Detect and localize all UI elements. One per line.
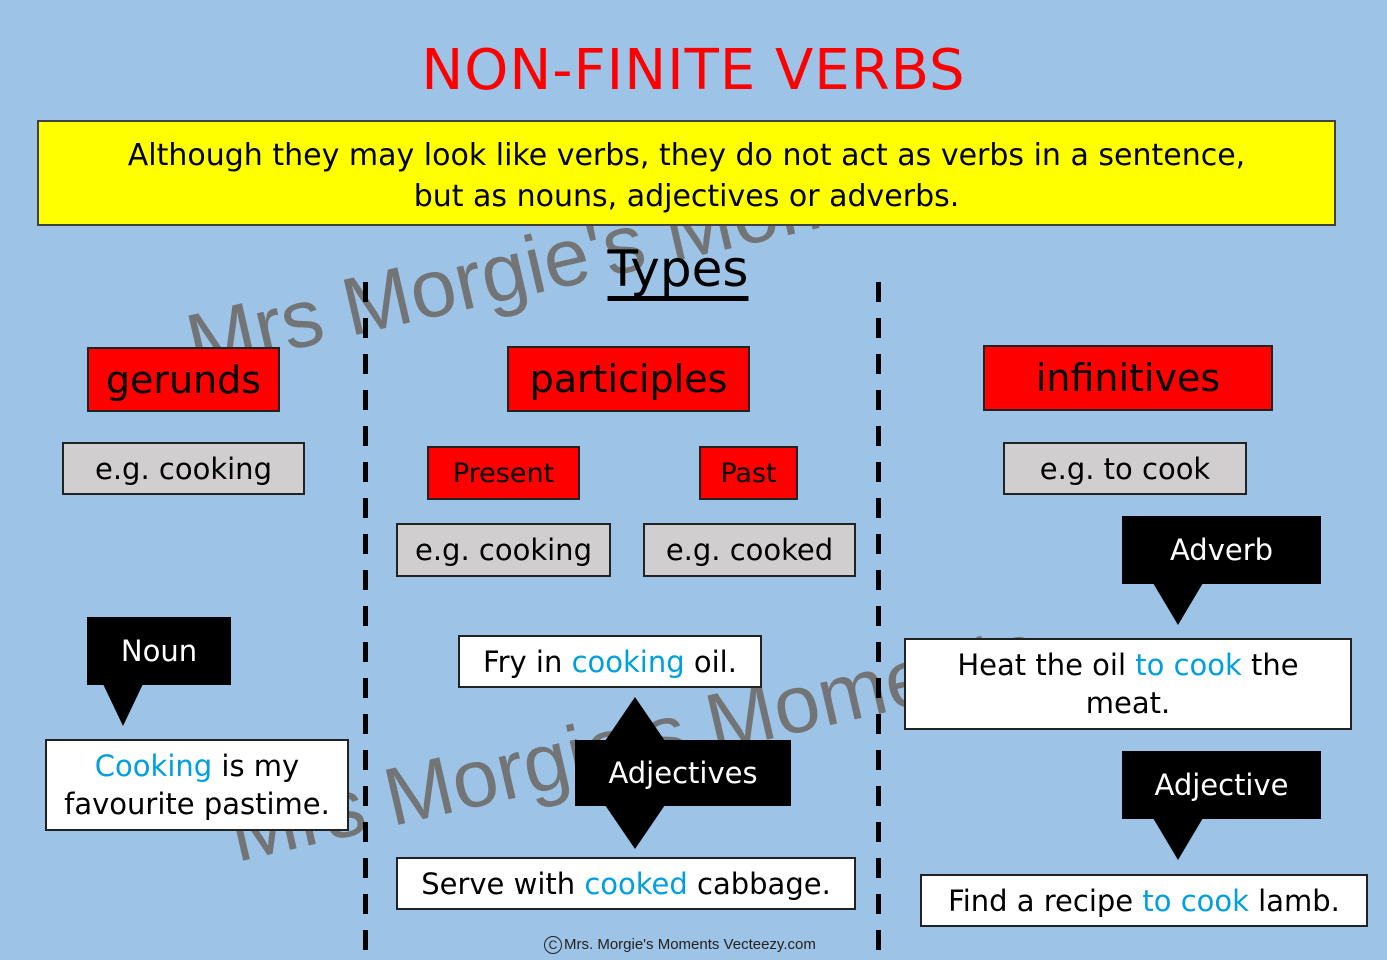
function-label-noun: Noun <box>87 617 231 685</box>
example-gerund: e.g. cooking <box>62 442 305 495</box>
sentence-past-participle: Serve with cooked cabbage. <box>396 857 856 910</box>
example-past-participle: e.g. cooked <box>643 523 856 577</box>
example-gerund-text: e.g. cooking <box>95 451 272 486</box>
category-infinitives: infinitives <box>983 345 1273 411</box>
example-past-participle-text: e.g. cooked <box>665 533 834 567</box>
category-participles-label: participles <box>529 357 728 401</box>
copyright-notice: C Mrs. Morgie's Moments Vecteezy.com <box>544 936 816 955</box>
example-infinitive: e.g. to cook <box>1003 442 1247 495</box>
types-heading: Types <box>607 240 749 298</box>
subcategory-past-label: Past <box>720 457 777 489</box>
sentence-present-participle: Fry in cooking oil. <box>458 635 762 688</box>
function-label-adjectives: Adjectives <box>575 740 791 806</box>
category-participles: participles <box>507 346 750 412</box>
callout-pointer-down-adjectives <box>605 805 665 849</box>
function-label-noun-text: Noun <box>120 634 198 668</box>
sentence-present-highlight: cooking <box>571 644 685 679</box>
function-label-adverb: Adverb <box>1122 516 1321 584</box>
definition-line-2: but as nouns, adjectives or adverbs. <box>413 179 960 214</box>
sentence-present-before: Fry in <box>483 644 572 679</box>
definition-line-1: Although they may look like verbs, they … <box>127 138 1246 173</box>
sentence-infinitive-adverb: Heat the oil to cook the meat. <box>904 638 1352 730</box>
copyright-text: Mrs. Morgie's Moments Vecteezy.com <box>564 936 816 953</box>
function-label-adjective-text: Adjective <box>1154 768 1289 802</box>
subcategory-present: Present <box>427 446 580 500</box>
sentence-present-after: oil. <box>684 644 737 679</box>
sentence-adverb-before: Heat the oil <box>957 648 1136 682</box>
sentence-adjective-before: Find a recipe <box>948 883 1143 918</box>
example-present-participle-text: e.g. cooking <box>415 533 592 567</box>
sentence-past-highlight: cooked <box>584 866 688 901</box>
function-label-adjectives-text: Adjectives <box>608 756 758 790</box>
category-gerunds-label: gerunds <box>105 357 262 402</box>
category-infinitives-label: infinitives <box>1035 356 1221 400</box>
function-label-adverb-text: Adverb <box>1169 533 1274 567</box>
callout-pointer-up-adjectives <box>605 697 665 741</box>
page-title: NON-FINITE VERBS <box>421 38 966 103</box>
sentence-gerund: Cooking is my favourite pastime. <box>45 739 349 831</box>
definition-box: Although they may look like verbs, they … <box>37 120 1336 226</box>
sentence-adjective-after: lamb. <box>1248 883 1340 918</box>
subcategory-past: Past <box>699 446 798 500</box>
sentence-gerund-highlight: Cooking <box>94 749 213 783</box>
category-gerunds: gerunds <box>87 347 280 412</box>
example-infinitive-text: e.g. to cook <box>1039 451 1211 486</box>
sentence-infinitive-adjective: Find a recipe to cook lamb. <box>920 874 1368 927</box>
callout-pointer-adjective <box>1153 818 1203 860</box>
sentence-adverb-highlight: to cook <box>1135 648 1242 682</box>
column-divider-right <box>876 282 881 950</box>
callout-pointer-adverb <box>1153 583 1203 625</box>
example-present-participle: e.g. cooking <box>396 523 611 577</box>
sentence-past-after: cabbage. <box>687 866 831 901</box>
subcategory-present-label: Present <box>452 457 555 489</box>
callout-pointer-noun <box>103 684 143 726</box>
copyright-icon: C <box>544 936 562 955</box>
sentence-adjective-highlight: to cook <box>1142 883 1249 918</box>
column-divider-left <box>363 282 368 950</box>
function-label-adjective: Adjective <box>1122 751 1321 819</box>
sentence-past-before: Serve with <box>421 866 585 901</box>
